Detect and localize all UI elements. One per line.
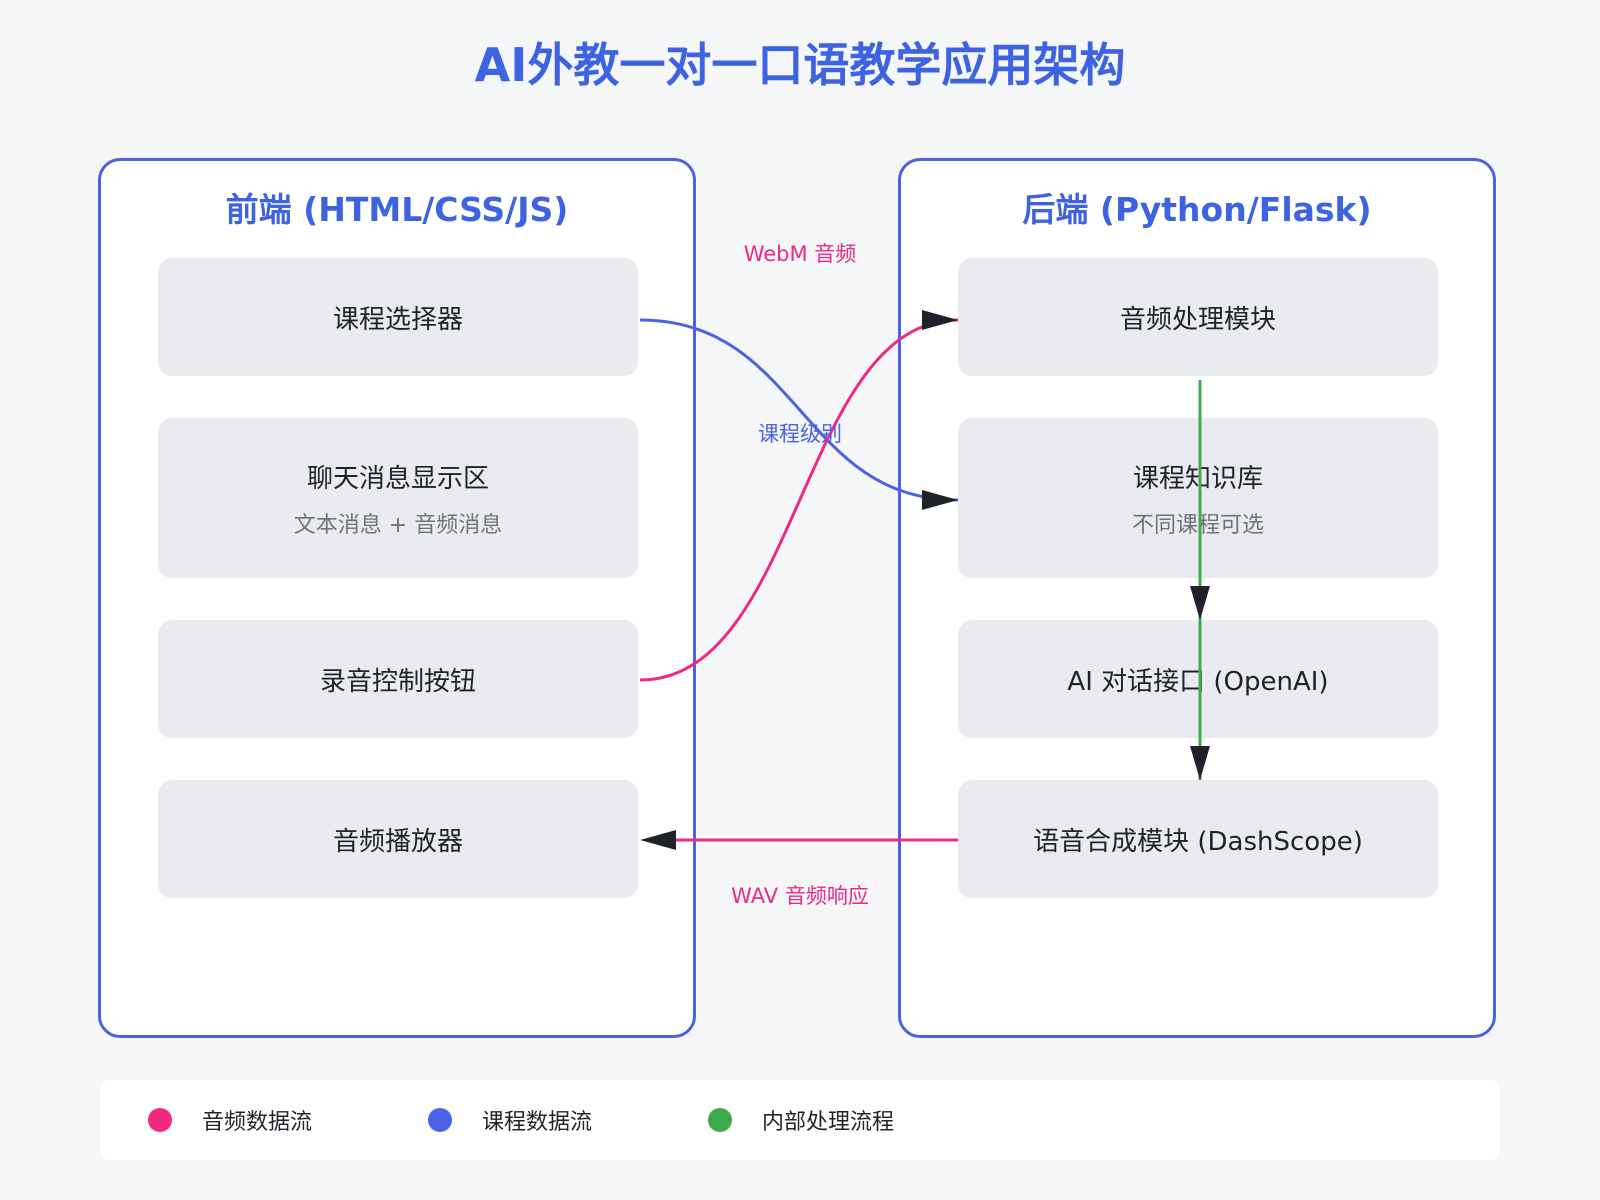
- module-subtitle: 文本消息 + 音频消息: [293, 512, 503, 538]
- module-name: 课程选择器: [332, 304, 463, 335]
- module-name: 录音控制按钮: [319, 666, 476, 697]
- speech-synthesis-module: 语音合成模块 (DashScope): [958, 780, 1438, 898]
- module-name: 聊天消息显示区: [306, 463, 489, 494]
- legend-item-course: 课程数据流: [428, 1080, 592, 1160]
- architecture-diagram: AI外教一对一口语教学应用架构 前端 (HTML/CSS/JS) 后端 (Pyt…: [0, 0, 1600, 1200]
- legend-item-internal: 内部处理流程: [708, 1080, 894, 1160]
- module-name: AI 对话接口 (OpenAI): [1067, 666, 1329, 697]
- module-subtitle: 不同课程可选: [1131, 512, 1264, 538]
- backend-title: 后端 (Python/Flask): [1022, 190, 1372, 229]
- frontend-title: 前端 (HTML/CSS/JS): [225, 190, 569, 229]
- chat-display-module: 聊天消息显示区 文本消息 + 音频消息: [158, 418, 638, 578]
- wav-response-label: WAV 音频响应: [731, 884, 869, 908]
- legend-label: 音频数据流: [202, 1110, 313, 1135]
- legend-label: 课程数据流: [482, 1110, 593, 1135]
- legend-dot-icon: [708, 1108, 732, 1132]
- legend: 音频数据流 课程数据流 内部处理流程: [100, 1080, 1500, 1160]
- ai-dialog-module: AI 对话接口 (OpenAI): [958, 620, 1438, 738]
- module-name: 语音合成模块 (DashScope): [1033, 826, 1363, 857]
- audio-player-module: 音频播放器: [158, 780, 638, 898]
- legend-label: 内部处理流程: [762, 1110, 895, 1135]
- record-control-module: 录音控制按钮: [158, 620, 638, 738]
- module-name: 音频播放器: [332, 826, 463, 857]
- legend-dot-icon: [428, 1108, 452, 1132]
- diagram-title: AI外教一对一口语教学应用架构: [474, 38, 1126, 92]
- course-selector-module: 课程选择器: [158, 258, 638, 376]
- course-knowledge-module: 课程知识库 不同课程可选: [958, 418, 1438, 578]
- audio-processing-module: 音频处理模块: [958, 258, 1438, 376]
- module-name: 课程知识库: [1132, 463, 1263, 494]
- course-level-label: 课程级别: [758, 422, 842, 446]
- webm-audio-label: WebM 音频: [743, 242, 857, 266]
- legend-item-audio: 音频数据流: [148, 1080, 312, 1160]
- legend-dot-icon: [148, 1108, 172, 1132]
- module-name: 音频处理模块: [1119, 304, 1276, 335]
